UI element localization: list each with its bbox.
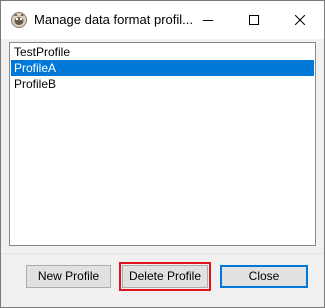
maximize-button[interactable] <box>231 1 277 39</box>
list-item-profilea[interactable]: ProfileA <box>11 60 314 76</box>
close-icon <box>295 15 305 25</box>
window-title: Manage data format profil... <box>34 12 193 27</box>
app-logo-icon <box>11 12 27 28</box>
maximize-icon <box>249 15 259 25</box>
new-profile-button[interactable]: New Profile <box>26 265 111 288</box>
list-item-profileb[interactable]: ProfileB <box>11 76 314 92</box>
close-window-button[interactable] <box>277 1 323 39</box>
close-button[interactable]: Close <box>220 265 308 288</box>
profile-list[interactable]: TestProfile ProfileA ProfileB <box>9 42 316 246</box>
minimize-icon <box>203 20 213 21</box>
footer-divider <box>1 253 324 254</box>
delete-profile-button[interactable]: Delete Profile <box>122 265 208 288</box>
list-item-testprofile[interactable]: TestProfile <box>11 44 314 60</box>
title-bar[interactable]: Manage data format profil... <box>1 1 324 39</box>
dialog-window: Manage data format profil... TestProfile… <box>0 0 325 308</box>
minimize-button[interactable] <box>185 1 231 39</box>
